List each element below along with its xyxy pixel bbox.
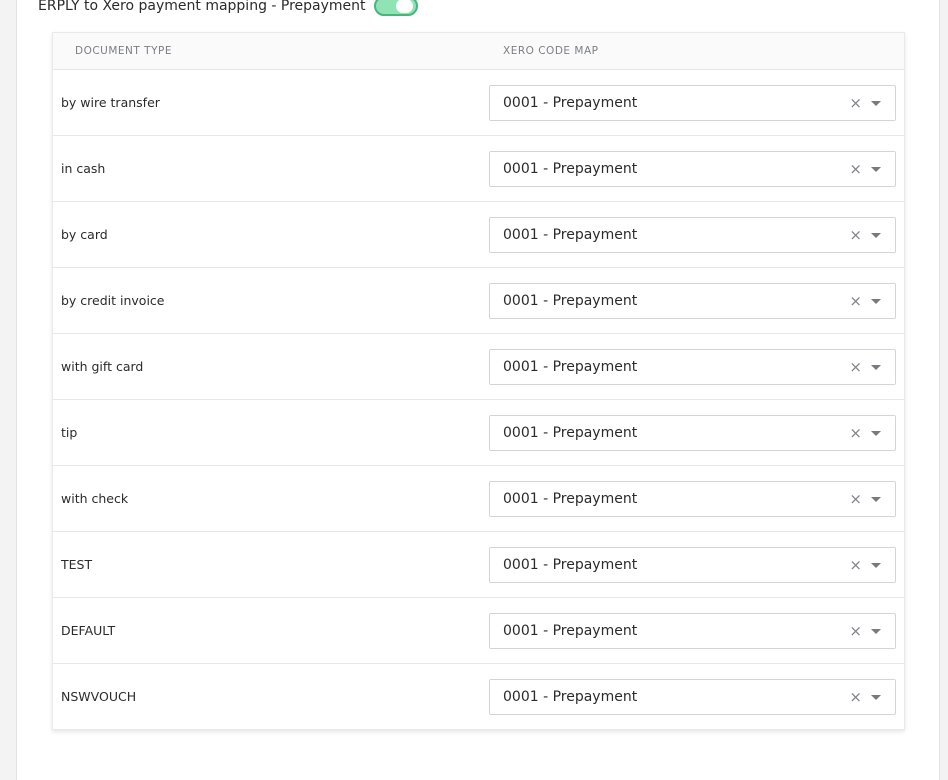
xero-code-value: 0001 - Prepayment <box>503 557 638 573</box>
xero-code-select[interactable]: 0001 - Prepayment × <box>489 415 896 451</box>
xero-code-value: 0001 - Prepayment <box>503 425 638 441</box>
xero-code-select[interactable]: 0001 - Prepayment × <box>489 481 896 517</box>
xero-code-select[interactable]: 0001 - Prepayment × <box>489 547 896 583</box>
chevron-down-icon[interactable] <box>871 101 881 106</box>
xero-code-select[interactable]: 0001 - Prepayment × <box>489 85 896 121</box>
document-type-label: in cash <box>61 161 106 176</box>
xero-code-value: 0001 - Prepayment <box>503 227 638 243</box>
close-icon[interactable]: × <box>849 94 862 112</box>
toggle-knob <box>395 0 413 13</box>
xero-code-value: 0001 - Prepayment <box>503 491 638 507</box>
table-body: by wire transfer 0001 - Prepayment × in cas… <box>53 70 904 729</box>
document-type-label: by card <box>61 227 108 242</box>
close-icon[interactable]: × <box>849 292 862 310</box>
chevron-down-icon[interactable] <box>871 299 881 304</box>
document-type-label: tip <box>61 425 78 440</box>
xero-code-select[interactable]: 0001 - Prepayment × <box>489 217 896 253</box>
table-row: by wire transfer 0001 - Prepayment × <box>53 70 904 136</box>
xero-code-select[interactable]: 0001 - Prepayment × <box>489 349 896 385</box>
close-icon[interactable]: × <box>849 688 862 706</box>
chevron-down-icon[interactable] <box>871 695 881 700</box>
document-type-label: with gift card <box>61 359 144 374</box>
document-type-label: TEST <box>61 557 93 572</box>
section-header: ERPLY to Xero payment mapping - Prepayme… <box>38 0 418 18</box>
close-icon[interactable]: × <box>849 424 862 442</box>
document-type-label: with check <box>61 491 129 506</box>
chevron-down-icon[interactable] <box>871 431 881 436</box>
close-icon[interactable]: × <box>849 556 862 574</box>
table-row: with gift card 0001 - Prepayment × <box>53 334 904 400</box>
section-title: ERPLY to Xero payment mapping - Prepayme… <box>38 0 366 14</box>
chevron-down-icon[interactable] <box>871 563 881 568</box>
table-row: with check 0001 - Prepayment × <box>53 466 904 532</box>
xero-code-select[interactable]: 0001 - Prepayment × <box>489 613 896 649</box>
table-row: in cash 0001 - Prepayment × <box>53 136 904 202</box>
close-icon[interactable]: × <box>849 490 862 508</box>
close-icon[interactable]: × <box>849 160 862 178</box>
document-type-label: DEFAULT <box>61 623 116 638</box>
table-row: NSWVOUCH 0001 - Prepayment × <box>53 664 904 729</box>
chevron-down-icon[interactable] <box>871 233 881 238</box>
chevron-down-icon[interactable] <box>871 365 881 370</box>
xero-code-value: 0001 - Prepayment <box>503 623 638 639</box>
prepayment-toggle[interactable] <box>373 0 418 16</box>
close-icon[interactable]: × <box>849 358 862 376</box>
table-row: by credit invoice 0001 - Prepayment × <box>53 268 904 334</box>
column-header-document-type: DOCUMENT TYPE <box>75 45 172 57</box>
xero-code-select[interactable]: 0001 - Prepayment × <box>489 679 896 715</box>
chevron-down-icon[interactable] <box>871 497 881 502</box>
xero-code-value: 0001 - Prepayment <box>503 689 638 705</box>
document-type-label: by wire transfer <box>61 95 160 110</box>
chevron-down-icon[interactable] <box>871 167 881 172</box>
close-icon[interactable]: × <box>849 622 862 640</box>
table-row: DEFAULT 0001 - Prepayment × <box>53 598 904 664</box>
chevron-down-icon[interactable] <box>871 629 881 634</box>
table-header: DOCUMENT TYPE XERO CODE MAP <box>53 33 904 70</box>
table-row: tip 0001 - Prepayment × <box>53 400 904 466</box>
xero-code-value: 0001 - Prepayment <box>503 161 638 177</box>
mapping-table: DOCUMENT TYPE XERO CODE MAP by wire tran… <box>52 32 905 730</box>
document-type-label: NSWVOUCH <box>61 689 137 704</box>
table-row: TEST 0001 - Prepayment × <box>53 532 904 598</box>
xero-code-select[interactable]: 0001 - Prepayment × <box>489 151 896 187</box>
table-row: by card 0001 - Prepayment × <box>53 202 904 268</box>
document-type-label: by credit invoice <box>61 293 165 308</box>
xero-code-value: 0001 - Prepayment <box>503 95 638 111</box>
xero-code-select[interactable]: 0001 - Prepayment × <box>489 283 896 319</box>
close-icon[interactable]: × <box>849 226 862 244</box>
xero-code-value: 0001 - Prepayment <box>503 359 638 375</box>
xero-code-value: 0001 - Prepayment <box>503 293 638 309</box>
column-header-xero-code-map: XERO CODE MAP <box>503 45 599 57</box>
